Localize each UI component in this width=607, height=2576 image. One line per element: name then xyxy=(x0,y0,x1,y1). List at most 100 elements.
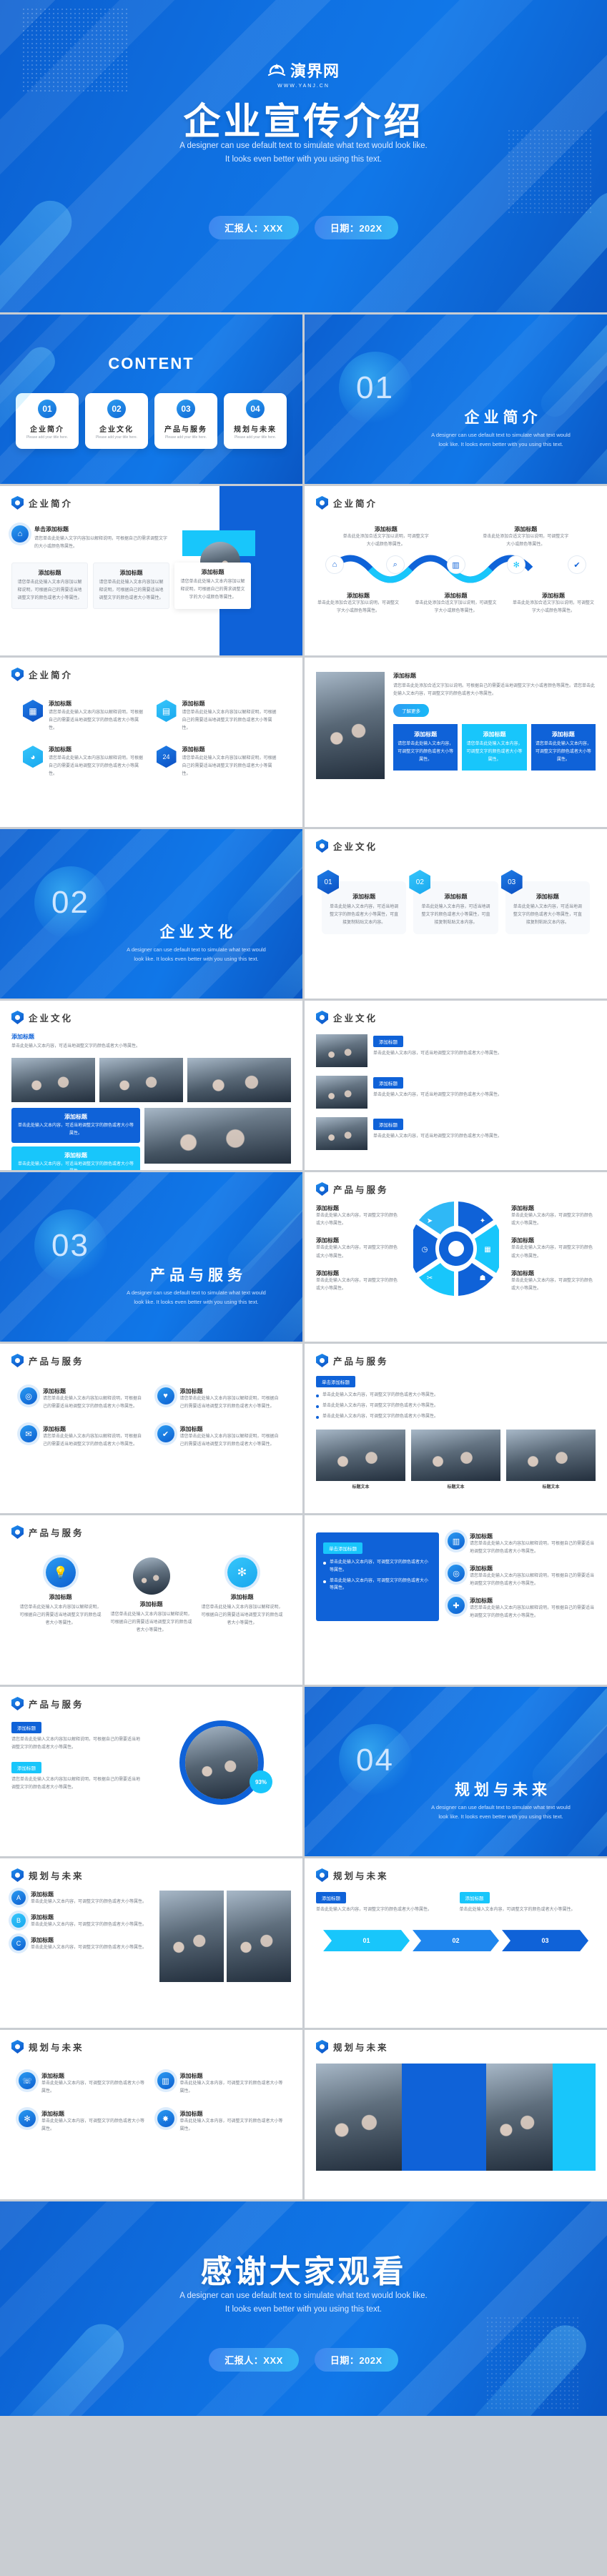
product-column: 添加标题 请您单击此处输入文本内容加以解释说明，可根据自己的需要适当地调整文字的… xyxy=(109,1557,193,1635)
slide-header-title: 企业文化 xyxy=(333,1014,378,1024)
date-pill[interactable]: 日期：202X xyxy=(314,2348,398,2372)
section-subtitle: A designer can use default text to simul… xyxy=(107,946,285,964)
product-feature: ▥ 添加标题 请您单击此处输入文本内容加以解释说明，可根据自己的需要适当地调整文… xyxy=(448,1532,596,1556)
feature-title: 添加标题 xyxy=(41,2073,64,2079)
contents-item[interactable]: 01 企业简介 Please add your title here. xyxy=(16,393,79,449)
sunrise-logo-icon xyxy=(267,61,286,79)
panel-body: 单击此处输入文本内容，可适当地调整文字的颜色或者大小等属性。 xyxy=(11,1044,141,1049)
info-card: 添加标题 请您单击此处输入文本内容加以解释说明，可根据自己的需求调整文字的大小或… xyxy=(174,563,251,610)
slide-thanks: 感谢大家观看 A designer can use default text t… xyxy=(0,2201,607,2416)
feature-title: 添加标题 xyxy=(470,1597,493,1605)
svg-text:▦: ▦ xyxy=(484,1246,490,1254)
heart-icon: ♥ xyxy=(157,1387,174,1405)
decorative-bar xyxy=(0,192,81,312)
info-card-title: 添加标题 xyxy=(201,569,224,576)
slide-header-title: 企业文化 xyxy=(29,1014,74,1024)
highlight-box: 添加标题 请您单击此处输入文本内容，可调整文字的颜色或者大小等属性。 xyxy=(530,724,596,771)
contents-item[interactable]: 04 规划与未来 Please add your title here. xyxy=(224,393,287,449)
wave-item-top: 添加标题 单击此处添加合适文字加以说明，可调整文字大小或颜色等属性。 xyxy=(343,525,429,549)
slide-header-title: 产品与服务 xyxy=(29,1700,84,1710)
contents-item[interactable]: 02 企业文化 Please add your title here. xyxy=(85,393,148,449)
product-feature: ✔ 添加标题 请您单击此处输入文本内容加以解释说明，可根据自己的需要适当地调整文… xyxy=(157,1425,283,1449)
product-block: 添加标题 请您单击此处输入文本内容加以解释说明，可根据自己的需要适当地调整文字的… xyxy=(11,1760,144,1792)
item-body: 单击此处输入文本内容，可调整文字的颜色或大小等属性。 xyxy=(316,1214,398,1227)
item-title: 添加标题 xyxy=(31,1914,54,1921)
culture-tag-block: 添加标题 单击此处输入文本内容，可适当地调整文字的颜色或者大小等属性。 xyxy=(11,1108,140,1143)
tag-title: 添加标题 xyxy=(64,1151,87,1159)
slide-header: 规划与未来 xyxy=(11,1868,291,1882)
presenter-pill[interactable]: 汇报人：XXX xyxy=(209,216,299,239)
section-subtitle-line2: look like. It looks even better with you… xyxy=(134,955,259,962)
highlight-box: 添加标题 请您单击此处输入文本内容，可调整文字的颜色或者大小等属性。 xyxy=(462,724,527,771)
contents-item[interactable]: 03 产品与服务 Please add your title here. xyxy=(154,393,217,449)
presenter-pill[interactable]: 汇报人：XXX xyxy=(209,2348,299,2372)
slide-intro-3: 企业简介 ▦ 添加标题 请您单击此处输入文本内容加以解释说明，可根据自己的需要适… xyxy=(0,658,302,827)
row-body: 单击此处输入文本内容，可适当地调整文字的颜色或者大小等属性。 xyxy=(373,1093,503,1097)
bulb-icon: 💡 xyxy=(45,1557,76,1587)
slide-header-title: 规划与未来 xyxy=(29,2043,84,2053)
chart-icon: ▥ xyxy=(157,2072,174,2089)
slide-header: 企业文化 xyxy=(11,1011,291,1024)
future-photo xyxy=(159,1891,224,1982)
letter-badge: A xyxy=(11,1891,26,1905)
wheel-item: 添加标题 单击此处输入文本内容，可调整文字的颜色或大小等属性。 xyxy=(511,1237,596,1260)
feature-body: 单击此处输入文本内容，可调整文字的颜色或者大小等属性。 xyxy=(179,2081,283,2094)
product-feature: ♥ 添加标题 请您单击此处输入文本内容加以解释说明，可根据自己的需要适当地调整文… xyxy=(157,1387,283,1411)
feature-title: 添加标题 xyxy=(470,1533,493,1540)
photo-caption-item: 标题文本 xyxy=(506,1430,596,1492)
info-card-body: 请您单击此处输入文本内容加以解释说明，可根据自己的需要适当地调整文字的颜色或者大… xyxy=(17,580,82,601)
item-title: 添加标题 xyxy=(514,526,538,532)
tag-title: 添加标题 xyxy=(64,1114,87,1121)
slide-header: 产品与服务 xyxy=(316,1354,596,1367)
section-subtitle-line1: A designer can use default text to simul… xyxy=(431,432,571,438)
row-photo xyxy=(316,1117,367,1150)
lead-title: 单击添加标题 xyxy=(34,526,69,532)
wave-item-bottom: 添加标题 单击此处添加合适文字加以说明，可调整文字大小或颜色等属性。 xyxy=(414,592,498,615)
contents-card-list: 01 企业简介 Please add your title here. 02 企… xyxy=(11,393,291,449)
date-pill[interactable]: 日期：202X xyxy=(314,216,398,239)
feature-body: 请您单击此处输入文本内容加以解释说明，可根据自己的需要适当地调整文字的颜色或者大… xyxy=(43,1397,142,1410)
panel-title: 单击添加标题 xyxy=(316,1376,355,1387)
contents-item-title: 企业简介 xyxy=(30,426,64,434)
shield-icon xyxy=(316,1011,328,1024)
shield-icon xyxy=(11,1525,24,1539)
feature-title: 添加标题 xyxy=(43,1388,66,1394)
slide-header-title: 企业文化 xyxy=(333,842,378,852)
contents-item-number: 03 xyxy=(177,400,195,418)
wheel-item: 添加标题 单击此处输入文本内容，可调整文字的颜色或大小等属性。 xyxy=(316,1204,400,1228)
item-title: 添加标题 xyxy=(511,1237,534,1244)
wave-item-bottom: 添加标题 单击此处添加合适文字加以说明，可调整文字大小或颜色等属性。 xyxy=(511,592,596,615)
wave-item-bottom: 添加标题 单击此处添加合适文字加以说明，可调整文字大小或颜色等属性。 xyxy=(316,592,400,615)
item-title: 添加标题 xyxy=(374,526,398,532)
section-title: 规划与未来 xyxy=(455,1782,551,1798)
row-photo xyxy=(316,1034,367,1067)
product-block: 添加标题 请您单击此处输入文本内容加以解释说明，可根据自己的需要适当地调整文字的… xyxy=(11,1720,144,1752)
slide-header: 规划与未来 xyxy=(11,2040,291,2054)
slide-header-title: 规划与未来 xyxy=(333,1871,389,1881)
tag-body: 单击此处输入文本内容，可适当地调整文字的颜色或者大小等属性。 xyxy=(17,1161,134,1170)
product-feature: ◎ 添加标题 请您单击此处输入文本内容加以解释说明，可根据自己的需要适当地调整文… xyxy=(448,1565,596,1588)
learn-more-button[interactable]: 了解更多 xyxy=(393,704,429,718)
contents-item-number: 02 xyxy=(107,400,126,418)
contents-item-title: 规划与未来 xyxy=(234,426,277,434)
meeting-photo xyxy=(11,1058,96,1103)
cover-subtitle-line2: It looks even better with you using this… xyxy=(224,154,383,164)
box-body: 请您单击此处输入文本内容，可调整文字的颜色或者大小等属性。 xyxy=(466,742,523,762)
item-body: 单击此处添加合适文字加以说明，可调整文字大小或颜色等属性。 xyxy=(415,601,497,614)
slide-header-title: 企业简介 xyxy=(333,499,378,509)
box-title: 添加标题 xyxy=(551,731,575,738)
svg-text:✂: ✂ xyxy=(426,1274,432,1282)
info-card: 添加标题 请您单击此处输入文本内容加以解释说明，可根据自己的需要适当地调整文字的… xyxy=(11,563,88,610)
feature-title: 添加标题 xyxy=(179,2111,203,2118)
bullet-dot xyxy=(323,1562,326,1565)
column-body: 请您单击此处输入文本内容加以解释说明，可根据自己的需要适当地调整文字的颜色或者大… xyxy=(19,1605,102,1626)
feature-item: ◕ 添加标题 请您单击此处输入文本内容加以解释说明，可根据自己的需要适当地调整文… xyxy=(23,745,147,778)
badge-number: 01 xyxy=(317,870,339,894)
row-photo xyxy=(316,1076,367,1109)
feature-body: 请您单击此处输入文本内容加以解释说明，可根据自己的需要适当地调整文字的颜色或者大… xyxy=(470,1574,595,1587)
product-photo xyxy=(506,1430,596,1482)
item-body: 单击此处添加合适文字加以说明，可调整文字大小或颜色等属性。 xyxy=(483,535,569,548)
meter-icon: ◕ xyxy=(23,745,43,768)
percent-badge: 93% xyxy=(250,1770,272,1793)
chart-icon: ▥ xyxy=(448,1532,465,1550)
